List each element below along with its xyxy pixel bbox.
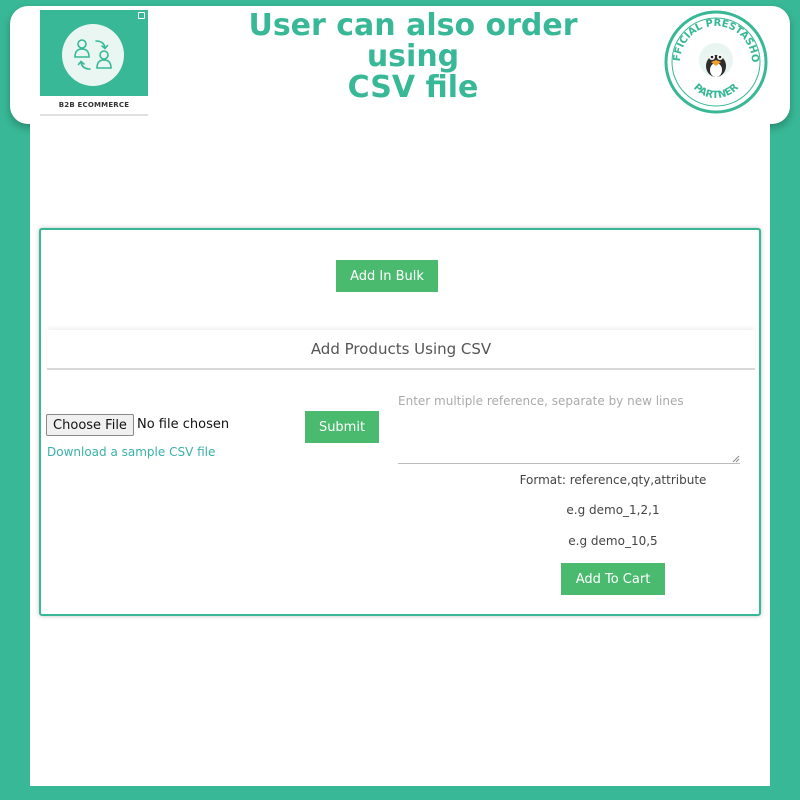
title-line-1: User can also order [248,8,578,43]
example-2: e.g demo_10,5 [568,534,658,548]
prestashop-partner-seal: OFFICIAL PRESTASHOP PARTNER [664,10,768,114]
logo-emblem [62,24,124,86]
resize-handle-icon[interactable] [731,454,740,463]
expand-icon [138,12,145,19]
format-hint: Format: reference,qty,attribute [519,473,707,487]
users-exchange-icon [74,39,112,70]
content-card: Add In Bulk Add Products Using CSV Choos… [30,124,770,786]
file-status: No file chosen [137,417,230,432]
section-header: Add Products Using CSV [47,330,755,370]
add-in-bulk-button[interactable]: Add In Bulk [336,260,438,292]
promo-header: B2B ECOMMERCE User can also order using … [10,6,790,124]
reference-textarea[interactable] [398,388,740,464]
submit-button[interactable]: Submit [305,411,379,443]
choose-file-button[interactable]: Choose File [46,414,134,436]
example-1: e.g demo_1,2,1 [566,503,660,517]
add-to-cart-button[interactable]: Add To Cart [561,563,665,595]
bulk-order-panel: Add In Bulk Add Products Using CSV Choos… [39,228,761,616]
puffin-mascot-icon [699,43,733,77]
logo-caption-strip: B2B ECOMMERCE [40,96,148,114]
title-line-3: CSV file [347,70,479,105]
b2b-ecommerce-logo: B2B ECOMMERCE [40,10,148,116]
download-sample-csv-link[interactable]: Download a sample CSV file [47,445,215,459]
title-line-2: using [366,39,460,74]
logo-caption: B2B ECOMMERCE [58,101,130,109]
section-title: Add Products Using CSV [310,340,492,358]
header-title: User can also order using CSV file [210,10,616,103]
